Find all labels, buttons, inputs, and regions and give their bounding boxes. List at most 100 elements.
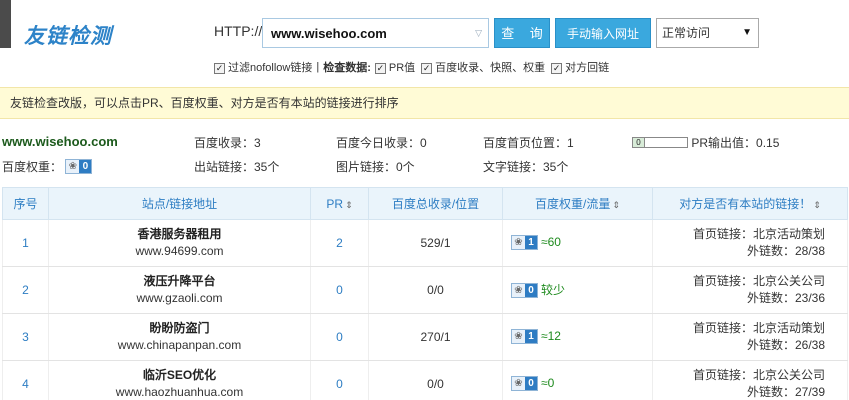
baidu-weight-badge: ❀ 0	[65, 159, 93, 175]
baidu-weight-value: 0	[79, 160, 92, 174]
http-label: HTTP://	[214, 23, 263, 39]
baidu-weight-badge: ❀ 1	[511, 234, 538, 250]
sort-icon[interactable]: ⇕	[813, 200, 821, 210]
notice-bar: 友链检查改版，可以点击PR、百度权重、对方是否有本站的链接进行排序	[0, 87, 849, 119]
row-total: 270/1	[368, 313, 503, 361]
options-separator: |	[316, 61, 320, 73]
summary-image-links: 图片链接：0个	[336, 160, 415, 174]
row-total: 0/0	[368, 360, 503, 400]
summary-pr: 0 PR输出值：0.15	[632, 134, 779, 151]
baidu-index-label: 百度收录、快照、权重	[435, 62, 546, 74]
reciprocal-checkbox[interactable]: ✓	[551, 62, 563, 74]
row-link-info: 首页链接：北京公关公司 外链数：27/39	[652, 360, 848, 400]
url-input-box[interactable]: ▽	[262, 18, 489, 48]
row-site: 临沂SEO优化 www.haozhuanhua.com	[48, 360, 311, 400]
filter-nofollow-label: 过滤nofollow链接	[228, 62, 313, 74]
col-site: 站点/链接地址	[48, 187, 311, 220]
weight-value: 0	[525, 376, 537, 390]
weight-value: 1	[525, 329, 537, 343]
col-pr-label: PR	[326, 196, 344, 211]
row-index: 3	[2, 313, 49, 361]
check-options: ✓ 过滤nofollow链接 | 检查数据: ✓ PR值 ✓ 百度收录、快照、权…	[214, 59, 615, 75]
sort-icon[interactable]: ⇕	[612, 200, 620, 210]
site-url[interactable]: www.chinapanpan.com	[49, 337, 310, 354]
summary-outbound: 出站链接：35个	[194, 160, 280, 174]
row-index: 1	[2, 219, 49, 267]
flow-value: ≈12	[541, 329, 561, 344]
baidu-weight-badge: ❀ 0	[511, 375, 538, 391]
table-header-row: 序号 站点/链接地址 PR ⇕ 百度总收录/位置 百度权重/流量 ⇕ 对方是否有本站…	[2, 187, 848, 220]
outbound-count: 外链数：28/38	[746, 244, 825, 258]
flow-value: 较少	[541, 283, 566, 298]
manual-input-button[interactable]: 手动输入网址	[555, 18, 651, 48]
summary-baidu-today: 百度今日收录：0	[336, 136, 427, 150]
pr-rank-value: 0	[633, 138, 645, 148]
site-name[interactable]: 临沂SEO优化	[49, 367, 310, 384]
check-data-label: 检查数据:	[323, 62, 371, 74]
table-row: 3 盼盼防盗门 www.chinapanpan.com 0 270/1 ❀ 1 ≈1…	[2, 313, 848, 361]
home-link[interactable]: 首页链接：北京活动策划	[653, 226, 825, 243]
home-link[interactable]: 首页链接：北京活动策划	[653, 320, 825, 337]
table-row: 1 香港服务器租用 www.94699.com 2 529/1 ❀ 1 ≈60 首页…	[2, 219, 848, 267]
row-weight: ❀ 1 ≈60	[502, 219, 653, 267]
site-url[interactable]: www.94699.com	[49, 243, 310, 260]
row-weight: ❀ 0 ≈0	[502, 360, 653, 400]
site-name[interactable]: 盼盼防盗门	[49, 320, 310, 337]
query-button[interactable]: 查 询	[494, 18, 550, 48]
url-input[interactable]	[263, 19, 463, 47]
links-table: 序号 站点/链接地址 PR ⇕ 百度总收录/位置 百度权重/流量 ⇕ 对方是否有本站…	[2, 187, 848, 400]
col-has-link-label: 对方是否有本站的链接！	[679, 197, 812, 211]
summary-baidu-home-pos: 百度首页位置：1	[483, 136, 574, 150]
row-site: 液压升降平台 www.gzaoli.com	[48, 266, 311, 314]
row-index: 4	[2, 360, 49, 400]
site-url[interactable]: www.haozhuanhua.com	[49, 384, 310, 400]
access-mode-select[interactable]: 正常访问 ▼	[656, 18, 759, 48]
home-link[interactable]: 首页链接：北京公关公司	[653, 273, 825, 290]
paw-icon: ❀	[514, 377, 523, 389]
pr-label: PR值	[388, 62, 416, 74]
row-pr: 0	[310, 266, 369, 314]
home-link[interactable]: 首页链接：北京公关公司	[653, 367, 825, 384]
col-pr[interactable]: PR ⇕	[310, 187, 369, 220]
summary-text-links: 文字链接：35个	[483, 160, 569, 174]
col-total: 百度总收录/位置	[368, 187, 503, 220]
site-name[interactable]: 香港服务器租用	[49, 226, 310, 243]
row-site: 香港服务器租用 www.94699.com	[48, 219, 311, 267]
weight-value: 1	[525, 235, 537, 249]
pr-checkbox[interactable]: ✓	[374, 62, 386, 74]
summary-site: www.wisehoo.com	[2, 134, 118, 149]
table-row: 4 临沂SEO优化 www.haozhuanhua.com 0 0/0 ❀ 0 ≈0…	[2, 360, 848, 400]
flow-value: ≈60	[541, 235, 561, 250]
paw-icon: ❀	[514, 236, 523, 248]
summary-baidu-weight: 百度权重： ❀ 0	[2, 158, 93, 175]
row-pr: 0	[310, 313, 369, 361]
header-accent-bar	[0, 0, 11, 48]
paw-icon: ❀	[68, 161, 78, 173]
site-name[interactable]: 液压升降平台	[49, 273, 310, 290]
row-weight: ❀ 0 较少	[502, 266, 653, 314]
pr-rank-bar: 0	[632, 137, 688, 149]
table-row: 2 液压升降平台 www.gzaoli.com 0 0/0 ❀ 0 较少 首页链接：…	[2, 266, 848, 314]
row-site: 盼盼防盗门 www.chinapanpan.com	[48, 313, 311, 361]
col-has-link[interactable]: 对方是否有本站的链接！ ⇕	[652, 187, 848, 220]
flow-value: ≈0	[541, 376, 555, 391]
baidu-weight-badge: ❀ 1	[511, 328, 538, 344]
baidu-weight-badge: ❀ 0	[511, 282, 538, 298]
select-arrow-icon: ▼	[742, 27, 752, 38]
outbound-count: 外链数：26/38	[746, 338, 825, 352]
baidu-index-checkbox[interactable]: ✓	[421, 62, 433, 74]
baidu-weight-label: 百度权重：	[2, 160, 63, 174]
col-weight[interactable]: 百度权重/流量 ⇕	[502, 187, 653, 220]
filter-nofollow-checkbox[interactable]: ✓	[214, 62, 225, 74]
row-index: 2	[2, 266, 49, 314]
row-total: 529/1	[368, 219, 503, 267]
row-weight: ❀ 1 ≈12	[502, 313, 653, 361]
header: 友链检测 HTTP:// ▽ 查 询 手动输入网址 正常访问 ▼ ✓ 过滤nof…	[0, 0, 849, 88]
sort-icon[interactable]: ⇕	[345, 200, 353, 210]
logo: 友链检测	[24, 24, 112, 48]
row-link-info: 首页链接：北京活动策划 外链数：26/38	[652, 313, 848, 361]
access-mode-value: 正常访问	[662, 26, 711, 40]
row-pr: 2	[310, 219, 369, 267]
chevron-down-icon[interactable]: ▽	[475, 28, 482, 39]
site-url[interactable]: www.gzaoli.com	[49, 290, 310, 307]
